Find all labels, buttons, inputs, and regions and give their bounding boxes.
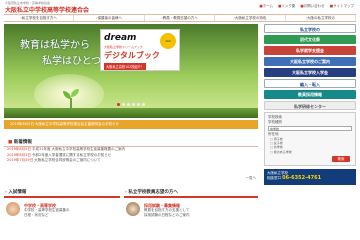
nav-item-teachers[interactable]: ›教員・教員志望の方へ bbox=[145, 15, 216, 21]
hero-line-2: 私学はひとつ bbox=[42, 56, 102, 67]
sidebar-banner[interactable]: 大阪私立学校入学金 bbox=[264, 68, 356, 77]
hero-ground bbox=[4, 108, 258, 118]
news-section: ■ 新着情報 2019年8月5日 平成31年度 大阪私立中学校高等学校生徒募集概… bbox=[4, 140, 258, 184]
promo-digital: デジタルブック bbox=[104, 51, 160, 60]
search-option[interactable]: □ 寮のある学校 bbox=[268, 150, 352, 154]
news-heading: ■ 新着情報 bbox=[4, 140, 258, 147]
site-header: 大阪府私立中学校・高等学校協会 大阪私立中学校高等学校連合会 ■ホーム ■リンク… bbox=[0, 0, 360, 14]
slider-dot[interactable] bbox=[142, 103, 145, 106]
nav-item-parents[interactable]: ›保護者の皆様へ bbox=[74, 15, 145, 21]
school-type-select[interactable]: 中学校 bbox=[268, 126, 352, 131]
hero-line-1: 教育は私学から bbox=[20, 40, 90, 51]
util-link-links[interactable]: ■リンク集 bbox=[278, 4, 295, 9]
utility-links: ■ホーム ■リンク集 ■お問い合わせ ■サイトマップ bbox=[259, 4, 354, 9]
site-logo[interactable]: 大阪私立中学校高等学校連合会 bbox=[5, 5, 89, 14]
util-link-sitemap[interactable]: ■サイトマップ bbox=[330, 4, 354, 9]
slider-dot[interactable] bbox=[132, 103, 135, 106]
slider-dot[interactable] bbox=[122, 103, 125, 106]
teacher-text[interactable]: 採用試験・募集情報 教員を目指す方の支援として 採用試験の日程などのご案内 bbox=[144, 203, 190, 218]
sidebar-banner[interactable]: 編入・転入 bbox=[264, 79, 356, 88]
sidebar-banner[interactable]: 私学研修センター bbox=[264, 101, 356, 110]
sidebar-banner[interactable]: 初代文化祭 bbox=[264, 35, 356, 44]
slider-dots bbox=[4, 103, 258, 106]
nav-item-prospective[interactable]: ›私立学校を目指す方へ bbox=[4, 15, 75, 21]
global-nav: ›私立学校を目指す方へ ›保護者の皆様へ ›教員・教員志望の方へ ›大阪私立学校… bbox=[4, 14, 357, 22]
nav-item-features[interactable]: ›大阪私立学校の特色 bbox=[215, 15, 286, 21]
teacher-heading: › 私立学校教員志望の方へ bbox=[124, 190, 258, 198]
util-link-home[interactable]: ■ホーム bbox=[259, 4, 273, 9]
promo-title: dream bbox=[104, 33, 137, 43]
slider-dot[interactable] bbox=[127, 103, 130, 106]
util-link-contact[interactable]: ■お問い合わせ bbox=[300, 4, 324, 9]
slider-dot[interactable] bbox=[117, 103, 120, 106]
news-more-link[interactable]: 一覧へ bbox=[246, 176, 257, 181]
sidebar-banner[interactable]: 大阪私立学校のご案内 bbox=[264, 57, 356, 66]
exam-info-section: › 入試情報 中学校・高等学校 中学校・高等学校生徒募集の 日程・状況など bbox=[4, 190, 120, 236]
dreambook-promo[interactable]: dream 102 大阪私立学校ドリームブック デジタルブック 大阪私立高校10… bbox=[100, 29, 180, 71]
school-type-label: 学校種別 bbox=[268, 120, 282, 124]
sidebar-banners: 私立学校の初代文化祭私学就学支援金 大阪私立学校のご案内 大阪私立学校入学金 編入・転… bbox=[264, 24, 356, 110]
slider-dot[interactable] bbox=[137, 103, 140, 106]
right-sidebar: 私立学校の初代文化祭私学就学支援金 大阪私立学校のご案内 大阪私立学校入学金 編入・転… bbox=[264, 24, 356, 185]
promo-caption: 大阪私立高校102校紹介！ bbox=[104, 63, 146, 70]
notice-bar[interactable]: 2019年8月5日 大阪私立中学校高等学校連合会主催説明会のお知らせ bbox=[4, 120, 258, 129]
search-button[interactable]: 検索 bbox=[332, 155, 350, 162]
sidebar-banner[interactable]: 私学就学支援金 bbox=[264, 46, 356, 55]
news-item[interactable]: 2019年7月29日 大阪私立学校合同説明会のご案内について bbox=[4, 158, 258, 164]
teacher-section: › 私立学校教員志望の方へ 採用試験・募集情報 教員を目指す方の支援として 採用… bbox=[124, 190, 258, 236]
sidebar-banner[interactable]: 教員採用情報 bbox=[264, 90, 356, 99]
exam-info-text[interactable]: 中学校・高等学校 中学校・高等学校生徒募集の 日程・状況など bbox=[24, 203, 70, 218]
promo-badge: 102 bbox=[160, 33, 176, 49]
hero-slider[interactable]: 教育は私学から 私学はひとつ dream 102 大阪私立学校ドリームブック デ… bbox=[4, 24, 258, 118]
promo-sub: 大阪私立学校ドリームブック bbox=[104, 45, 143, 49]
sidebar-banner[interactable]: 私立学校の bbox=[264, 24, 356, 33]
school-search: 学校検索 学校種別 中学校 所在地 □ 男子校 □ 女子校 □ 共学校 □ 寮の… bbox=[264, 112, 356, 166]
exam-info-heading: › 入試情報 bbox=[4, 190, 120, 198]
consultation-banner[interactable]: 大阪私立学校 相談窓口 06-6352-4761 bbox=[264, 168, 356, 185]
nav-item-schools[interactable]: ›大阪の私立学校の bbox=[286, 15, 357, 21]
students-photo bbox=[6, 202, 20, 216]
teacher-photo bbox=[126, 202, 140, 216]
